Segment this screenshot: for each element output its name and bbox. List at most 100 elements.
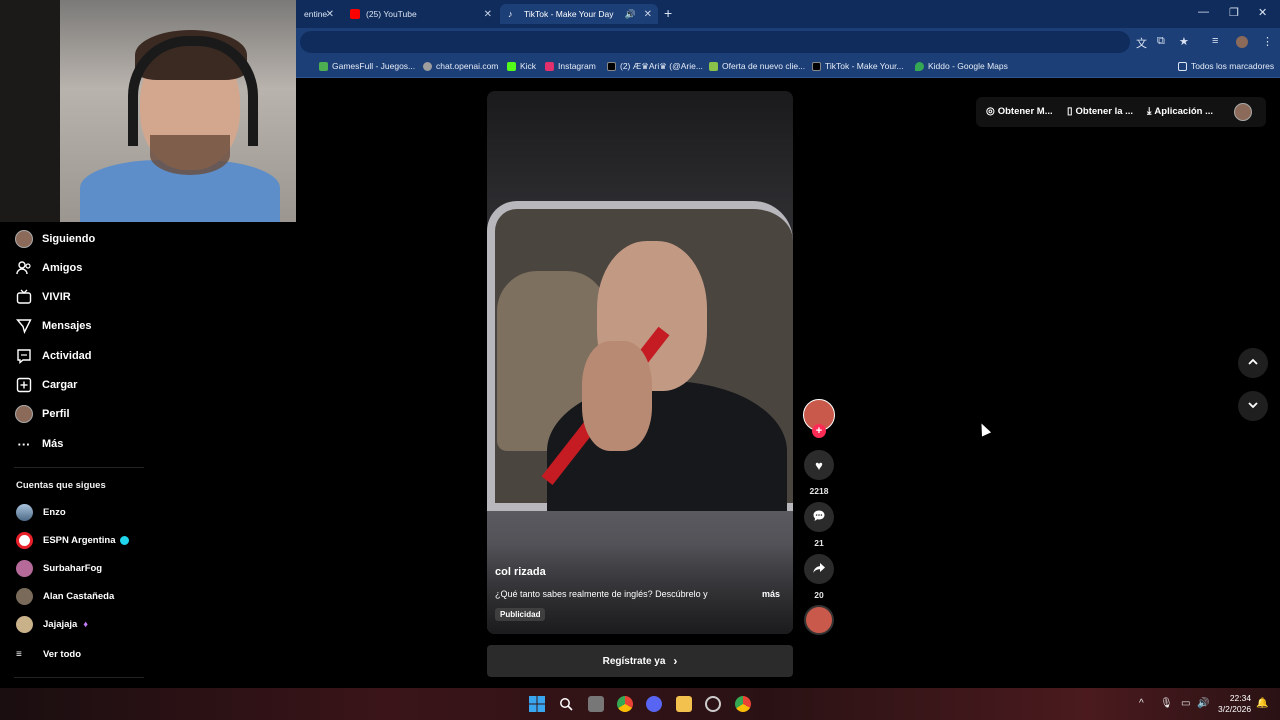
tiktok-icon: ♪ <box>508 9 513 19</box>
tab-partial[interactable]: entine ✕ <box>296 4 340 24</box>
new-tab-button[interactable]: + <box>664 5 672 21</box>
sidebar-item-amigos[interactable]: Amigos <box>14 257 82 279</box>
tab-tiktok[interactable]: ♪ TikTok - Make Your Day 🔊 ✕ <box>500 4 658 24</box>
see-all-link[interactable]: ≡ Ver todo <box>16 645 81 663</box>
install-icon[interactable]: ⧉ <box>1157 35 1165 48</box>
sidebar-item-perfil[interactable]: Perfil <box>14 403 70 425</box>
sidebar-item-label: Mensajes <box>42 320 92 332</box>
sidebar-item-label: Amigos <box>42 262 83 274</box>
following-account[interactable]: Enzo <box>16 503 66 521</box>
clock-date: 3/2/2026 <box>1218 704 1252 714</box>
webcam-overlay <box>0 0 296 222</box>
microphone-icon[interactable]: 🎙 <box>1160 698 1173 709</box>
restore-button[interactable]: ❐ <box>1229 6 1239 19</box>
signup-cta-button[interactable]: Regístrate ya › <box>487 645 793 677</box>
instagram-icon <box>545 61 554 71</box>
star-icon[interactable]: ★ <box>1179 35 1189 48</box>
close-icon[interactable]: ✕ <box>484 9 492 20</box>
maps-pin-icon <box>915 61 924 71</box>
account-name: ESPN Argentina <box>43 534 116 546</box>
close-icon[interactable]: ✕ <box>644 9 652 20</box>
windows-taskbar: ^ 🎙 ▭ 🔊 22:34 3/2/2026 🔔 <box>0 688 1280 720</box>
offer-icon <box>709 61 718 71</box>
bookmark-tiktok[interactable]: TikTok - Make Your... <box>812 61 904 71</box>
bookmark-label: Kick <box>520 61 537 71</box>
video-player[interactable] <box>487 91 793 634</box>
sidebar-item-cargar[interactable]: Cargar <box>14 374 77 396</box>
following-section-title: Cuentas que sigues <box>16 480 106 491</box>
comment-count: 21 <box>814 538 824 548</box>
header-item-label: Aplicación ... <box>1154 106 1214 117</box>
comment-button[interactable] <box>804 502 834 532</box>
search-icon[interactable] <box>558 696 574 712</box>
obs-icon[interactable] <box>705 696 721 712</box>
bookmark-kiddo-maps[interactable]: Kiddo - Google Maps <box>915 61 1008 71</box>
tab-label: entine <box>304 9 328 19</box>
audio-icon[interactable]: 🔊 <box>625 9 636 20</box>
friends-icon <box>14 258 34 278</box>
menu-icon[interactable]: ⋮ <box>1262 35 1273 48</box>
omnibox[interactable] <box>300 31 1130 53</box>
translate-icon[interactable]: 文 <box>1136 35 1147 51</box>
share-button[interactable] <box>804 554 834 584</box>
close-window-button[interactable]: ✕ <box>1258 6 1267 19</box>
task-view-icon[interactable] <box>588 696 604 712</box>
bookmark-kick[interactable]: Kick <box>507 61 536 71</box>
clock[interactable]: 22:34 3/2/2026 <box>1218 693 1251 715</box>
like-button[interactable]: ♥ <box>804 450 834 480</box>
more-button[interactable]: más <box>762 589 780 599</box>
bookmark-instagram[interactable]: Instagram <box>545 61 596 71</box>
desktop-app-button[interactable]: ⤓ Aplicación ... <box>1147 106 1213 117</box>
follow-plus-icon[interactable]: + <box>812 424 826 438</box>
notification-bell-icon[interactable]: 🔔 <box>1256 698 1268 709</box>
ad-badge: Publicidad <box>495 608 546 621</box>
tab-label: TikTok - Make Your Day <box>524 9 614 19</box>
sidebar-divider <box>14 467 144 468</box>
header-item-label: Obtener la ... <box>1075 106 1134 117</box>
mouse-cursor-icon <box>976 421 992 437</box>
following-account[interactable]: SurbaharFog <box>16 559 102 577</box>
following-account[interactable]: ESPN Argentina <box>16 531 129 549</box>
network-icon[interactable]: ▭ <box>1181 698 1190 709</box>
avatar[interactable] <box>1234 103 1252 121</box>
sidebar-item-actividad[interactable]: Actividad <box>14 345 92 367</box>
account-name: Enzo <box>43 506 66 518</box>
previous-video-button[interactable] <box>1238 348 1268 378</box>
more-icon: ··· <box>17 436 31 452</box>
folder-icon[interactable] <box>676 696 692 712</box>
download-icon: ⤓ <box>1147 106 1152 117</box>
chrome-icon[interactable] <box>617 696 633 712</box>
sidebar-item-vivir[interactable]: VIVIR <box>14 286 71 308</box>
gamepad-icon <box>319 61 328 71</box>
openai-icon <box>423 61 432 71</box>
avatar-icon <box>14 229 34 249</box>
reading-list-icon[interactable]: ≡ <box>1212 35 1218 47</box>
bookmark-chatgpt[interactable]: chat.openai.com <box>423 61 498 71</box>
following-account[interactable]: Jajajaja ♦ <box>16 615 88 633</box>
music-disc-icon[interactable] <box>804 605 834 635</box>
video-author[interactable]: col rizada <box>495 566 546 578</box>
minimize-button[interactable]: — <box>1198 6 1209 18</box>
next-video-button[interactable] <box>1238 391 1268 421</box>
bookmark-all[interactable]: Todos los marcadores <box>1178 61 1274 71</box>
sidebar-item-mas[interactable]: ··· Más <box>14 433 64 455</box>
profile-avatar-icon[interactable] <box>1236 36 1248 48</box>
following-account[interactable]: Alan Castañeda <box>16 587 114 605</box>
volume-icon[interactable]: 🔊 <box>1197 698 1209 709</box>
close-icon[interactable]: ✕ <box>326 9 334 20</box>
windows-start-icon[interactable] <box>529 696 545 712</box>
get-app-button[interactable]: ▯ Obtener la ... <box>1067 106 1133 117</box>
kick-icon <box>507 61 516 71</box>
bookmark-x[interactable]: (2) Æ♛Ari♛ (@Arie... <box>607 61 703 72</box>
sidebar-item-siguiendo[interactable]: Siguiendo <box>14 228 95 250</box>
avatar <box>16 615 33 633</box>
discord-icon[interactable] <box>646 696 662 712</box>
bookmark-label: Todos los marcadores <box>1191 61 1275 71</box>
chrome-icon[interactable] <box>735 696 751 712</box>
get-coins-button[interactable]: ◎ Obtener M... <box>986 106 1053 117</box>
bookmark-gamesfull[interactable]: GamesFull - Juegos... <box>319 61 415 71</box>
sidebar-item-mensajes[interactable]: Mensajes <box>14 315 92 337</box>
tab-youtube[interactable]: (25) YouTube ✕ <box>342 4 498 24</box>
bookmark-oferta[interactable]: Oferta de nuevo clie... <box>709 61 805 71</box>
chevron-up-icon[interactable]: ^ <box>1139 698 1144 709</box>
